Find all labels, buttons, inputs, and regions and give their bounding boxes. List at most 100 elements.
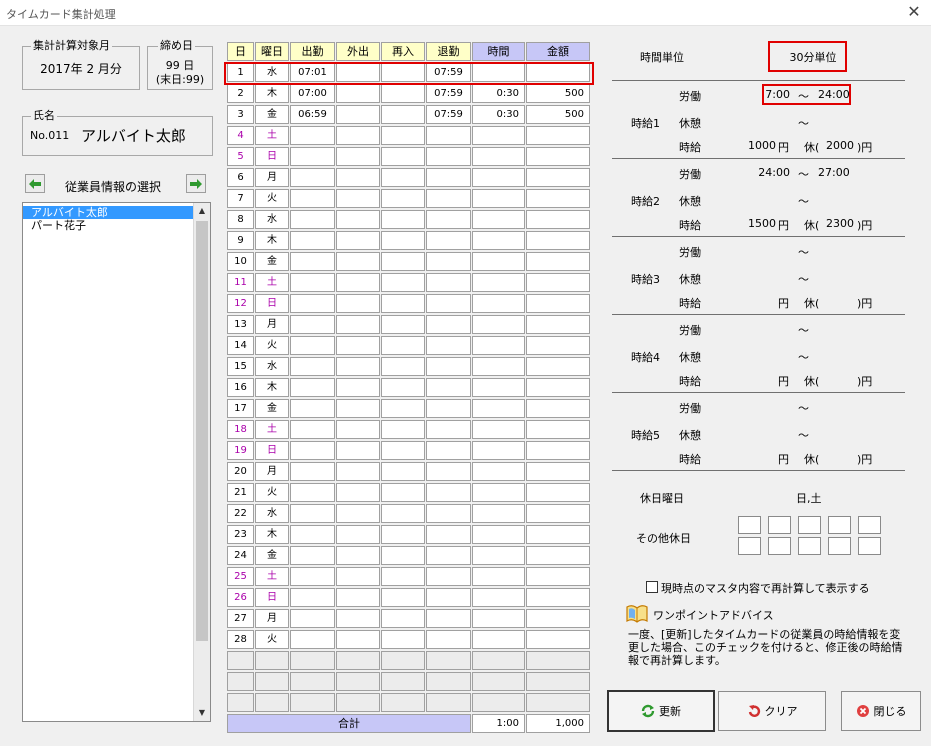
clock-out-cell[interactable] <box>426 315 471 334</box>
reentry-cell[interactable] <box>381 420 425 439</box>
scroll-thumb[interactable] <box>196 221 208 641</box>
clock-in-cell[interactable] <box>290 378 335 397</box>
go-out-cell[interactable] <box>336 567 380 586</box>
clock-out-cell[interactable] <box>426 483 471 502</box>
clock-out-cell[interactable]: 07:59 <box>426 63 471 82</box>
go-out-cell[interactable] <box>336 504 380 523</box>
go-out-cell[interactable] <box>336 168 380 187</box>
clock-in-cell[interactable] <box>290 168 335 187</box>
reentry-cell[interactable] <box>381 357 425 376</box>
go-out-cell[interactable] <box>336 378 380 397</box>
clock-in-cell[interactable] <box>290 189 335 208</box>
clock-out-cell[interactable] <box>426 189 471 208</box>
list-item[interactable]: パート花子 <box>23 219 193 232</box>
reentry-cell[interactable] <box>381 546 425 565</box>
update-button[interactable]: 更新 <box>607 690 715 732</box>
go-out-cell[interactable] <box>336 441 380 460</box>
go-out-cell[interactable] <box>336 483 380 502</box>
clock-out-cell[interactable] <box>426 126 471 145</box>
reentry-cell[interactable] <box>381 378 425 397</box>
clock-in-cell[interactable] <box>290 126 335 145</box>
clock-out-cell[interactable] <box>426 210 471 229</box>
go-out-cell[interactable] <box>336 336 380 355</box>
clear-button[interactable]: クリア <box>718 691 826 731</box>
clock-out-cell[interactable] <box>426 252 471 271</box>
reentry-cell[interactable] <box>381 399 425 418</box>
other-holiday-input[interactable] <box>738 516 761 534</box>
reentry-cell[interactable] <box>381 441 425 460</box>
next-employee-button[interactable] <box>186 174 206 193</box>
reentry-cell[interactable] <box>381 525 425 544</box>
clock-in-cell[interactable] <box>290 231 335 250</box>
reentry-cell[interactable] <box>381 336 425 355</box>
go-out-cell[interactable] <box>336 273 380 292</box>
clock-out-cell[interactable]: 07:59 <box>426 105 471 124</box>
clock-out-cell[interactable] <box>426 231 471 250</box>
go-out-cell[interactable] <box>336 294 380 313</box>
clock-in-cell[interactable] <box>290 357 335 376</box>
clock-in-cell[interactable] <box>290 504 335 523</box>
clock-in-cell[interactable] <box>290 315 335 334</box>
clock-in-cell[interactable] <box>290 630 335 649</box>
clock-out-cell[interactable] <box>426 462 471 481</box>
list-item[interactable]: アルバイト太郎 <box>23 206 193 219</box>
clock-out-cell[interactable] <box>426 147 471 166</box>
clock-in-cell[interactable]: 07:01 <box>290 63 335 82</box>
clock-out-cell[interactable] <box>426 273 471 292</box>
clock-out-cell[interactable] <box>426 525 471 544</box>
reentry-cell[interactable] <box>381 315 425 334</box>
clock-in-cell[interactable] <box>290 336 335 355</box>
scroll-up-icon[interactable]: ▲ <box>194 203 210 219</box>
clock-out-cell[interactable] <box>426 399 471 418</box>
other-holiday-input[interactable] <box>828 537 851 555</box>
clock-in-cell[interactable]: 06:59 <box>290 105 335 124</box>
clock-out-cell[interactable] <box>426 294 471 313</box>
prev-employee-button[interactable] <box>25 174 45 193</box>
go-out-cell[interactable] <box>336 420 380 439</box>
employee-list[interactable]: アルバイト太郎 パート花子 ▲ ▼ <box>22 202 211 722</box>
reentry-cell[interactable] <box>381 168 425 187</box>
reentry-cell[interactable] <box>381 63 425 82</box>
go-out-cell[interactable] <box>336 84 380 103</box>
clock-out-cell[interactable] <box>426 336 471 355</box>
go-out-cell[interactable] <box>336 189 380 208</box>
go-out-cell[interactable] <box>336 609 380 628</box>
go-out-cell[interactable] <box>336 588 380 607</box>
other-holiday-input[interactable] <box>858 537 881 555</box>
reentry-cell[interactable] <box>381 588 425 607</box>
reentry-cell[interactable] <box>381 105 425 124</box>
recalc-checkbox[interactable] <box>646 581 658 593</box>
reentry-cell[interactable] <box>381 252 425 271</box>
clock-out-cell[interactable] <box>426 168 471 187</box>
clock-out-cell[interactable] <box>426 588 471 607</box>
go-out-cell[interactable] <box>336 147 380 166</box>
clock-out-cell[interactable] <box>426 504 471 523</box>
reentry-cell[interactable] <box>381 483 425 502</box>
clock-in-cell[interactable] <box>290 525 335 544</box>
go-out-cell[interactable] <box>336 252 380 271</box>
clock-in-cell[interactable] <box>290 441 335 460</box>
clock-in-cell[interactable] <box>290 399 335 418</box>
clock-in-cell[interactable] <box>290 273 335 292</box>
go-out-cell[interactable] <box>336 63 380 82</box>
clock-in-cell[interactable] <box>290 588 335 607</box>
clock-in-cell[interactable] <box>290 252 335 271</box>
close-icon[interactable]: ✕ <box>905 3 923 21</box>
clock-in-cell[interactable] <box>290 420 335 439</box>
other-holiday-input[interactable] <box>798 516 821 534</box>
clock-in-cell[interactable] <box>290 294 335 313</box>
clock-in-cell[interactable] <box>290 210 335 229</box>
scroll-down-icon[interactable]: ▼ <box>194 705 210 721</box>
reentry-cell[interactable] <box>381 294 425 313</box>
reentry-cell[interactable] <box>381 84 425 103</box>
reentry-cell[interactable] <box>381 630 425 649</box>
go-out-cell[interactable] <box>336 105 380 124</box>
go-out-cell[interactable] <box>336 546 380 565</box>
clock-in-cell[interactable] <box>290 483 335 502</box>
go-out-cell[interactable] <box>336 210 380 229</box>
go-out-cell[interactable] <box>336 126 380 145</box>
go-out-cell[interactable] <box>336 231 380 250</box>
clock-in-cell[interactable] <box>290 609 335 628</box>
other-holiday-input[interactable] <box>828 516 851 534</box>
go-out-cell[interactable] <box>336 357 380 376</box>
